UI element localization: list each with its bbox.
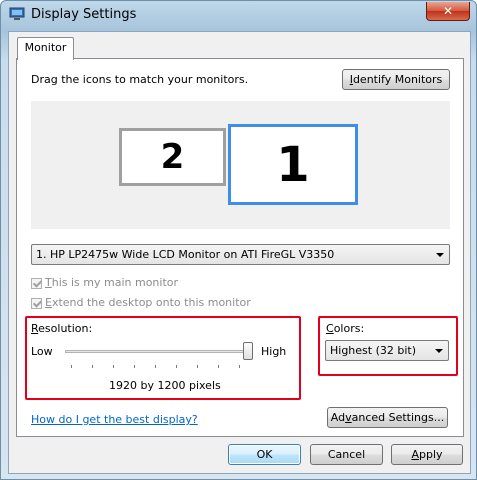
resolution-slider-thumb[interactable] [243,342,253,360]
extend-desktop-label-text: xtend the desktop onto this monitor [51,296,251,309]
slider-tick [218,365,219,368]
slider-tick [176,365,177,368]
resolution-label-text: esolution: [38,322,93,335]
apply-label-text: pply [419,448,443,461]
chevron-down-icon [436,253,444,257]
identify-monitors-button[interactable]: Identify Monitors [342,69,450,90]
colors-select[interactable]: Highest (32 bit) [325,340,449,361]
extend-desktop-label: Extend the desktop onto this monitor [45,296,251,309]
monitor-2-icon[interactable]: 2 [119,128,226,186]
main-monitor-access-key: T [45,276,52,289]
colors-access-key: C [326,322,334,335]
slider-tick [197,365,198,368]
display-settings-icon [9,7,25,21]
monitor-2-number: 2 [160,137,185,177]
monitor-select[interactable]: 1. HP LP2475w Wide LCD Monitor on ATI Fi… [31,244,450,265]
slider-tick [113,365,114,368]
window-title: Display Settings [31,7,137,22]
dialog-client-area: Monitor Drag the icons to match your mon… [8,31,471,474]
slider-tick [155,365,156,368]
extend-desktop-access-key: E [45,296,52,309]
resolution-high-label: High [261,345,287,358]
apply-access-key: A [411,448,419,461]
advanced-settings-button[interactable]: Advanced Settings... [327,407,448,428]
main-monitor-label-text: his is my main monitor [51,276,179,289]
monitor-instruction-text: Drag the icons to match your monitors. [31,73,249,86]
extend-desktop-checkbox[interactable] [31,298,42,309]
cancel-button[interactable]: Cancel [310,444,383,465]
monitor-tab-panel: Drag the icons to match your monitors. I… [16,58,464,437]
main-monitor-checkbox[interactable] [31,278,42,289]
display-settings-window: Display Settings ✕ Monitor Drag the icon… [0,0,477,480]
advanced-label-post: anced Settings... [351,411,445,424]
ok-button[interactable]: OK [228,444,301,465]
close-button[interactable]: ✕ [426,2,470,21]
identify-label-post: dentify Monitors [352,73,443,86]
slider-tick [134,365,135,368]
monitor-select-value: 1. HP LP2475w Wide LCD Monitor on ATI Fi… [36,248,335,261]
resolution-low-label: Low [31,345,53,358]
colors-label-text: olors: [333,322,365,335]
chevron-down-icon [435,349,443,353]
monitor-arrangement-area[interactable]: 2 1 [31,101,450,229]
slider-tick [71,365,72,368]
title-bar[interactable]: Display Settings ✕ [1,1,476,29]
monitor-1-icon[interactable]: 1 [228,124,358,205]
best-display-help-link[interactable]: How do I get the best display? [31,413,198,426]
advanced-label-pre: Ad [330,411,346,424]
slider-tick [239,365,240,368]
resolution-slider-track[interactable] [65,350,253,353]
apply-button[interactable]: Apply [391,444,463,465]
colors-label: Colors: [326,322,364,335]
tab-monitor[interactable]: Monitor [17,37,74,60]
slider-tick [92,365,93,368]
resolution-label: Resolution: [31,322,92,335]
close-icon: ✕ [442,4,454,18]
monitor-1-number: 1 [276,137,310,193]
resolution-value-text: 1920 by 1200 pixels [109,379,221,392]
colors-select-value: Highest (32 bit) [330,344,417,357]
main-monitor-label: This is my main monitor [45,276,178,289]
